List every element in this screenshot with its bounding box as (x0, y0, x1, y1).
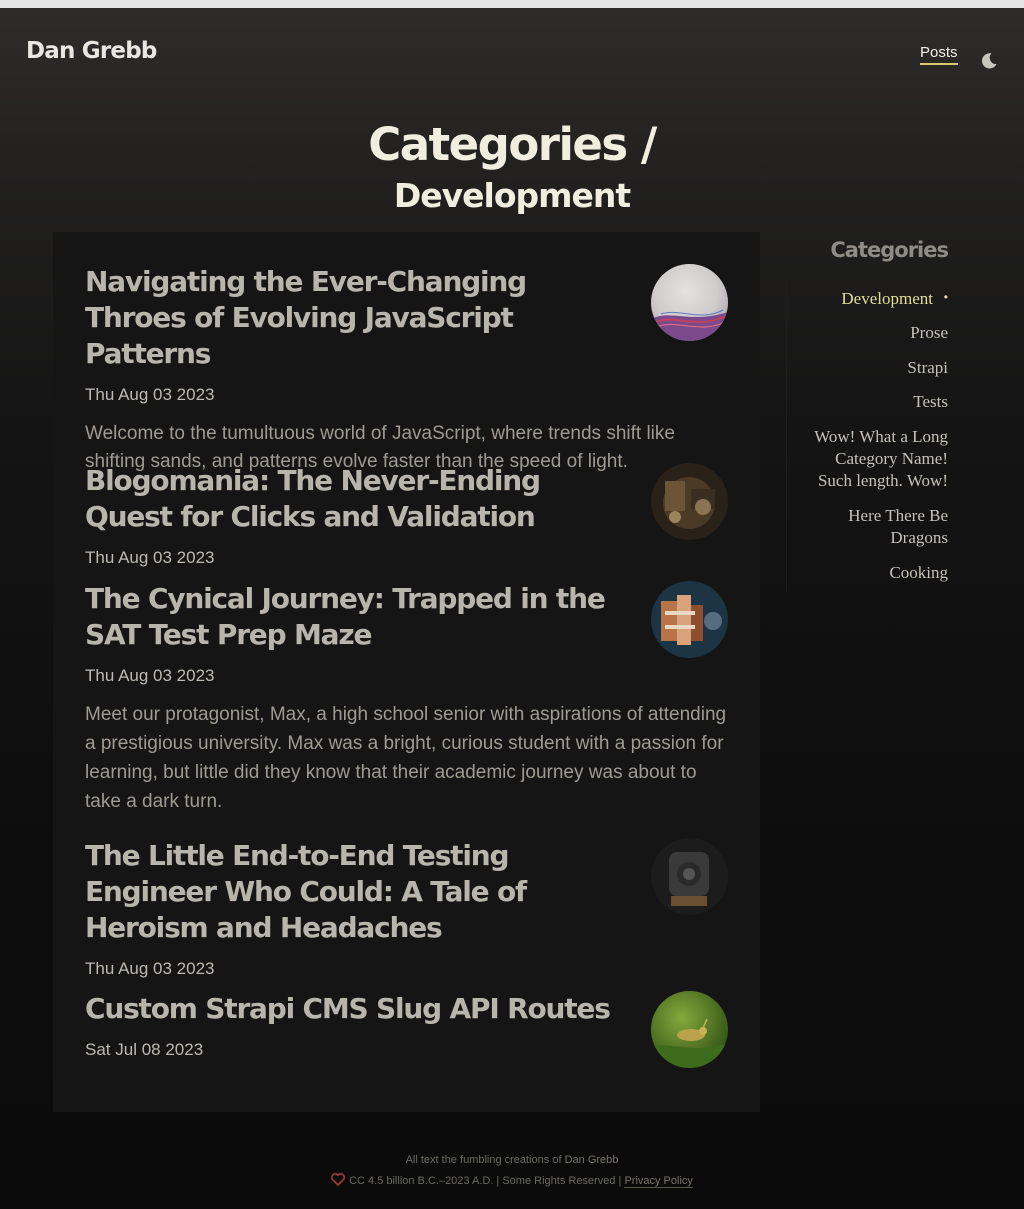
footer-credit-text: All text the fumbling creations of (405, 1154, 562, 1166)
category-prose[interactable]: Prose (910, 322, 948, 344)
category-long-name[interactable]: Wow! What a Long Category Name! Such len… (798, 426, 948, 492)
site-title-link[interactable]: Dan Grebb (26, 38, 157, 64)
categories-sidebar: Categories Development • Prose Strapi Te… (786, 232, 957, 592)
browser-top-strip (0, 0, 1024, 8)
post-item: Navigating the Ever-Changing Throes of E… (85, 264, 728, 476)
post-date: Thu Aug 03 2023 (85, 548, 215, 567)
post-excerpt: Meet our protagonist, Max, a high school… (85, 704, 727, 812)
category-cooking[interactable]: Cooking (889, 562, 948, 584)
privacy-policy-link[interactable]: Privacy Policy (624, 1175, 693, 1188)
post-thumbnail[interactable] (651, 463, 728, 540)
post-title-link[interactable]: The Little End-to-End Testing Engineer W… (85, 838, 625, 946)
footer-license: CC 4.5 billion B.C.–2023 A.D. | Some Rig… (0, 1171, 1024, 1194)
footer-author-link[interactable]: Dan Grebb (565, 1154, 619, 1166)
post-thumbnail[interactable] (651, 838, 728, 915)
footer-license-text: CC 4.5 billion B.C.–2023 A.D. | Some Rig… (349, 1175, 622, 1187)
page-subtitle: Development (393, 176, 631, 215)
post-date: Thu Aug 03 2023 (85, 385, 215, 404)
active-category-marker: • (943, 290, 948, 304)
category-strapi[interactable]: Strapi (907, 357, 948, 379)
site-header: Dan Grebb Posts (0, 8, 1024, 98)
post-item: Blogomania: The Never-Ending Quest for C… (85, 463, 728, 569)
sidebar-title: Categories (830, 238, 949, 262)
post-title-link[interactable]: The Cynical Journey: Trapped in the SAT … (85, 581, 625, 653)
post-thumbnail[interactable] (651, 264, 728, 341)
post-date: Sat Jul 08 2023 (85, 1040, 204, 1059)
post-item: The Little End-to-End Testing Engineer W… (85, 838, 728, 980)
category-dragons[interactable]: Here There Be Dragons (823, 505, 948, 549)
category-development[interactable]: Development (841, 288, 933, 310)
post-date: Thu Aug 03 2023 (85, 959, 215, 978)
post-date: Thu Aug 03 2023 (85, 666, 215, 685)
post-item: The Cynical Journey: Trapped in the SAT … (85, 581, 728, 816)
category-tests[interactable]: Tests (913, 391, 948, 413)
moon-icon[interactable] (980, 52, 1000, 72)
site-footer: All text the fumbling creations of Dan G… (0, 1150, 1024, 1194)
page-title: Categories / (368, 118, 657, 171)
footer-credit: All text the fumbling creations of Dan G… (0, 1150, 1024, 1171)
post-thumbnail[interactable] (651, 991, 728, 1068)
post-title-link[interactable]: Navigating the Ever-Changing Throes of E… (85, 264, 625, 372)
post-title-link[interactable]: Blogomania: The Never-Ending Quest for C… (85, 463, 625, 535)
post-item: Custom Strapi CMS Slug API Routes Sat Ju… (85, 991, 728, 1068)
posts-panel: Navigating the Ever-Changing Throes of E… (53, 232, 760, 1112)
nav-posts-link[interactable]: Posts (920, 44, 958, 65)
heart-icon (331, 1173, 346, 1194)
post-thumbnail[interactable] (651, 581, 728, 658)
post-title-link[interactable]: Custom Strapi CMS Slug API Routes (85, 991, 625, 1027)
